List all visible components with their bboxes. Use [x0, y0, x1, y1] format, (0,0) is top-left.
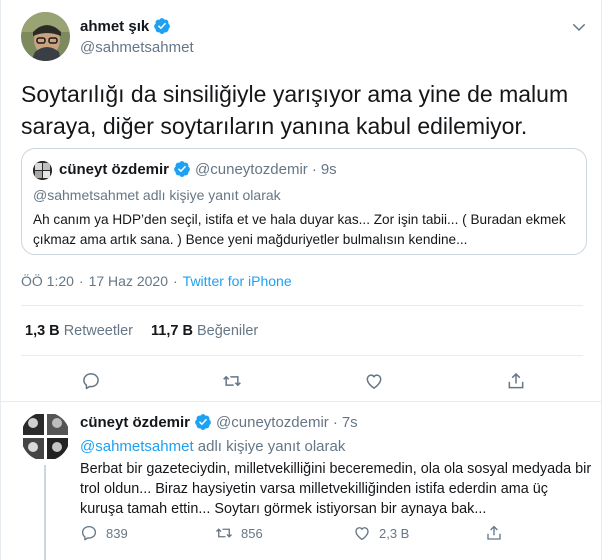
share-button[interactable] [485, 524, 503, 542]
tweet-actions [1, 366, 602, 396]
tweet-detail-view: ahmet şık @sahmetsahmet Soytarılığı da s… [0, 0, 602, 560]
retweets-count: 1,3 B [25, 323, 60, 339]
author-name[interactable]: ahmet şık [80, 18, 149, 35]
reply-context: @sahmetsahmet adlı kişiye yanıt olarak [80, 438, 345, 455]
verified-badge-icon [174, 161, 190, 177]
share-icon [487, 525, 501, 540]
reply-button[interactable]: 839 [80, 524, 128, 542]
more-options-button[interactable] [570, 18, 588, 36]
quote-reply-context: @sahmetsahmet adlı kişiye yanıt olarak [33, 187, 281, 203]
reply-tweet[interactable]: cüneyt özdemir @cuneytozdemir · 7s @sahm… [1, 402, 602, 560]
quote-text: Ah canım ya HDP’den seçil, istifa et ve … [33, 212, 566, 247]
reply-mention-link[interactable]: @sahmetsahmet [80, 438, 194, 455]
retweets-stat[interactable]: 1,3 B Retweetler [25, 323, 133, 339]
verified-badge-icon [154, 18, 171, 34]
reply-avatar-image [21, 412, 70, 461]
meta-dot: · [78, 273, 84, 289]
reply-button[interactable] [76, 366, 106, 396]
retweet-button[interactable] [217, 366, 247, 396]
quote-avatar [33, 161, 52, 180]
tweet-meta: ÖÖ 1:20 · 17 Haz 2020 · Twitter for iPho… [21, 273, 292, 289]
quote-time: 9s [320, 160, 337, 178]
retweet-icon [223, 375, 241, 387]
retweets-label: Retweetler [63, 323, 134, 339]
share-button[interactable] [501, 366, 531, 396]
reply-icon [83, 373, 99, 390]
reply-context-suffix: adlı kişiye yanıt olarak [193, 438, 346, 455]
reply-actions: 839 856 2,3 B [80, 524, 590, 548]
reply-icon [81, 525, 97, 541]
author-handle[interactable]: @sahmetsahmet [80, 39, 194, 56]
author-avatar-image [21, 12, 70, 61]
like-count: 2,3 B [379, 525, 410, 541]
verified-badge-icon [195, 414, 211, 430]
main-tweet: ahmet şık @sahmetsahmet Soytarılığı da s… [1, 0, 602, 402]
meta-dot: · [173, 273, 178, 289]
quoted-tweet[interactable]: cüneyt özdemir @cuneytozdemir · 9s @sahm… [21, 148, 587, 255]
reply-separator: · [332, 413, 338, 431]
like-button[interactable]: 2,3 B [353, 524, 409, 542]
likes-count: 11,7 B [151, 323, 193, 339]
tweet-stats: 1,3 B Retweetler 11,7 B Beğeniler [25, 323, 258, 339]
tweet-text: Soytarılığı da sinsiliğiyle yarışıyor am… [21, 81, 569, 139]
like-icon [355, 527, 369, 541]
author-name-row[interactable]: ahmet şık [80, 17, 171, 35]
divider [21, 305, 583, 306]
avatar[interactable] [21, 12, 70, 61]
chevron-down-icon [573, 24, 585, 31]
tweet-source-link[interactable]: Twitter for iPhone [183, 273, 292, 289]
quote-author-handle: @cuneytozdemir [195, 160, 308, 178]
reply-header: cüneyt özdemir @cuneytozdemir · 7s [80, 413, 358, 431]
reply-author-name[interactable]: cüneyt özdemir [80, 414, 190, 431]
avatar[interactable] [21, 412, 70, 461]
quote-author-name: cüneyt özdemir [59, 160, 170, 178]
thread-line [44, 465, 46, 560]
divider [21, 355, 583, 356]
retweet-count: 856 [241, 525, 263, 541]
like-icon [366, 374, 382, 389]
quote-avatar-image [33, 161, 52, 180]
quote-separator: · [311, 160, 317, 178]
likes-stat[interactable]: 11,7 B Beğeniler [151, 323, 258, 339]
quote-header: cüneyt özdemir @cuneytozdemir · 9s [59, 160, 337, 178]
tweet-timestamp[interactable]: ÖÖ 1:20 [21, 273, 74, 289]
reply-author-handle[interactable]: @cuneytozdemir [216, 414, 329, 431]
like-button[interactable] [359, 366, 389, 396]
reply-text: Berbat bir gazeteciydin, milletvekilliği… [80, 461, 592, 517]
retweet-button[interactable]: 856 [215, 524, 263, 542]
reply-count: 839 [106, 525, 128, 541]
share-icon [508, 372, 524, 389]
retweet-icon [216, 528, 232, 538]
tweet-date[interactable]: 17 Haz 2020 [89, 273, 168, 289]
likes-label: Beğeniler [196, 323, 259, 339]
reply-time[interactable]: 7s [342, 414, 358, 431]
